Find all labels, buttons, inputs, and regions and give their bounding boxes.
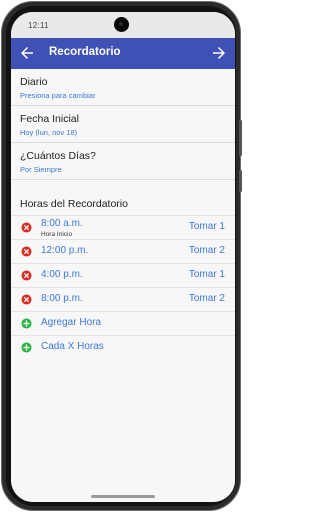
reminder-row[interactable]: 4:00 p.m. Tomar 1 <box>11 263 235 287</box>
reminder-time: 4:00 p.m. <box>41 269 83 280</box>
home-indicator[interactable] <box>91 495 155 498</box>
front-camera <box>114 17 129 32</box>
setting-title: ¿Cuántos Días? <box>20 150 96 162</box>
setting-subtitle: Hoy (lun, nov 18) <box>20 128 78 137</box>
remove-circle-icon[interactable] <box>21 270 32 281</box>
reminder-settings: Diario Presiona para cambiar Fecha Inici… <box>11 69 235 502</box>
setting-title: Fecha Inicial <box>20 113 79 125</box>
reminder-time: 8:00 a.m. <box>41 218 83 229</box>
remove-circle-icon[interactable] <box>21 294 32 305</box>
setting-frequency[interactable]: Diario Presiona para cambiar <box>11 69 235 106</box>
reminder-row[interactable]: 8:00 p.m. Tomar 2 <box>11 287 235 311</box>
remove-circle-icon[interactable] <box>21 246 32 257</box>
reminder-hint: Hora Inicio <box>41 231 73 238</box>
page-title: Recordatorio <box>49 46 121 58</box>
setting-duration[interactable]: ¿Cuántos Días? Por Siempre <box>11 143 235 180</box>
app-bar: Recordatorio <box>11 38 235 69</box>
reminder-row[interactable]: 8:00 a.m. Hora Inicio Tomar 1 <box>11 215 235 239</box>
reminder-dose[interactable]: Tomar 1 <box>189 221 225 232</box>
remove-circle-icon[interactable] <box>21 222 32 233</box>
reminder-dose[interactable]: Tomar 1 <box>189 269 225 280</box>
every-x-hours-label: Cada X Horas <box>41 341 104 352</box>
arrow-right-icon[interactable] <box>210 44 228 62</box>
screen: 12:11 Recordatorio Diario Presiona para … <box>11 12 235 502</box>
reminder-row[interactable]: 12:00 p.m. Tomar 2 <box>11 239 235 263</box>
arrow-left-icon[interactable] <box>18 44 36 62</box>
setting-start-date[interactable]: Fecha Inicial Hoy (lun, nov 18) <box>11 106 235 143</box>
volume-button <box>239 120 242 156</box>
add-circle-icon <box>21 318 32 329</box>
reminder-time: 12:00 p.m. <box>41 245 89 256</box>
phone-frame: 12:11 Recordatorio Diario Presiona para … <box>1 1 242 511</box>
reminder-time: 8:00 p.m. <box>41 293 83 304</box>
power-button <box>239 170 242 192</box>
every-x-hours-button[interactable]: Cada X Horas <box>11 335 235 359</box>
status-time: 12:11 <box>28 21 49 30</box>
reminder-dose[interactable]: Tomar 2 <box>189 293 225 304</box>
add-time-label: Agregar Hora <box>41 317 102 328</box>
setting-subtitle: Presiona para cambiar <box>20 91 96 100</box>
section-title: Horas del Recordatorio <box>20 198 128 210</box>
add-time-button[interactable]: Agregar Hora <box>11 311 235 335</box>
setting-title: Diario <box>20 76 48 88</box>
reminder-dose[interactable]: Tomar 2 <box>189 245 225 256</box>
add-circle-icon <box>21 342 32 353</box>
setting-subtitle: Por Siempre <box>20 165 62 174</box>
status-bar: 12:11 <box>11 12 235 38</box>
